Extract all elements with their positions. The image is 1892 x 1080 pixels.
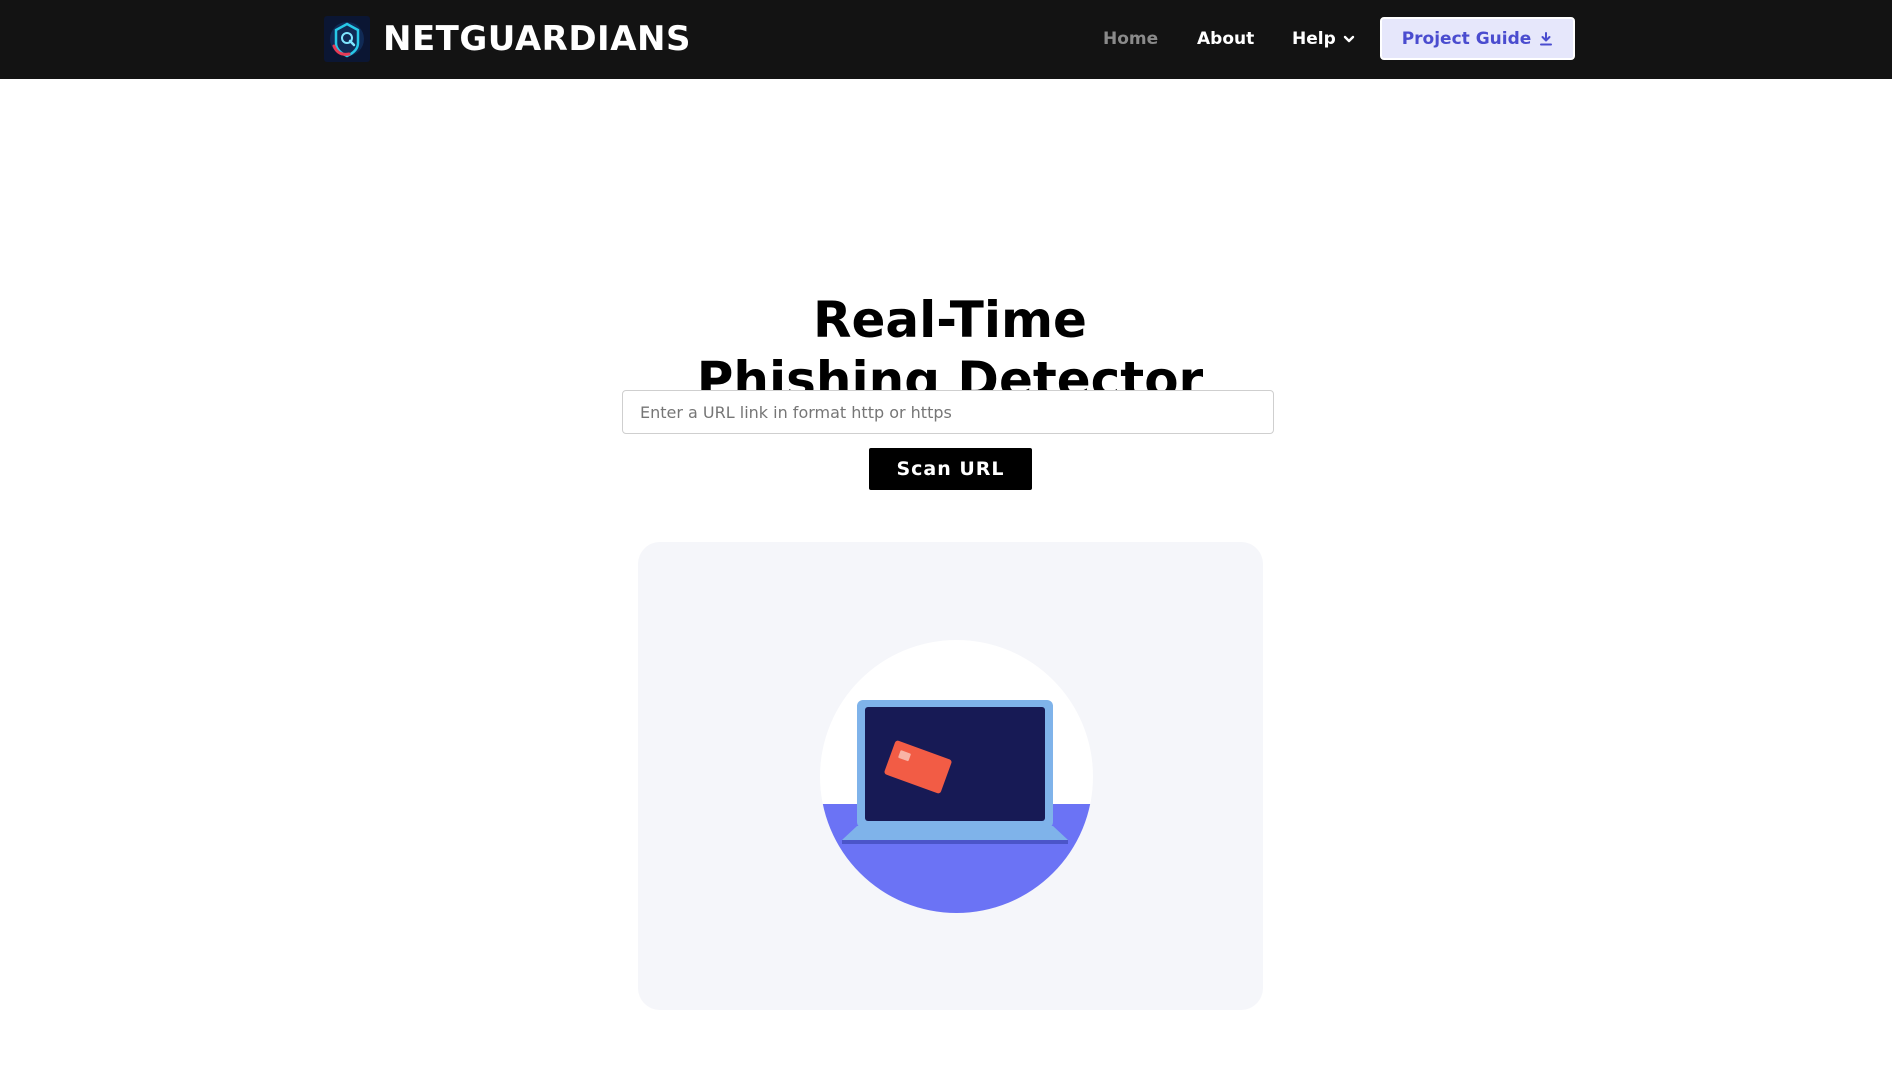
nav-about-link[interactable]: About xyxy=(1197,27,1254,51)
url-input[interactable] xyxy=(622,390,1274,434)
project-guide-button[interactable]: Project Guide xyxy=(1380,17,1575,60)
page-title-line1: Real-Time xyxy=(813,290,1087,349)
project-guide-label: Project Guide xyxy=(1401,28,1532,49)
illustration-card xyxy=(638,542,1263,1010)
laptop-with-credit-card-icon xyxy=(820,640,1093,913)
chevron-down-icon xyxy=(1343,35,1354,43)
scan-url-button[interactable]: Scan URL xyxy=(869,448,1032,490)
brand-link[interactable]: NETGUARDIANS xyxy=(324,15,691,63)
download-icon xyxy=(1540,31,1553,45)
netguardians-logo-icon xyxy=(324,16,370,62)
nav-help-dropdown[interactable]: Help xyxy=(1292,27,1355,51)
nav-help-label: Help xyxy=(1292,29,1336,49)
navbar: NETGUARDIANS Home About Help Project Gui… xyxy=(0,0,1892,79)
nav-home-link[interactable]: Home xyxy=(1103,27,1158,51)
brand-name: NETGUARDIANS xyxy=(383,19,691,59)
